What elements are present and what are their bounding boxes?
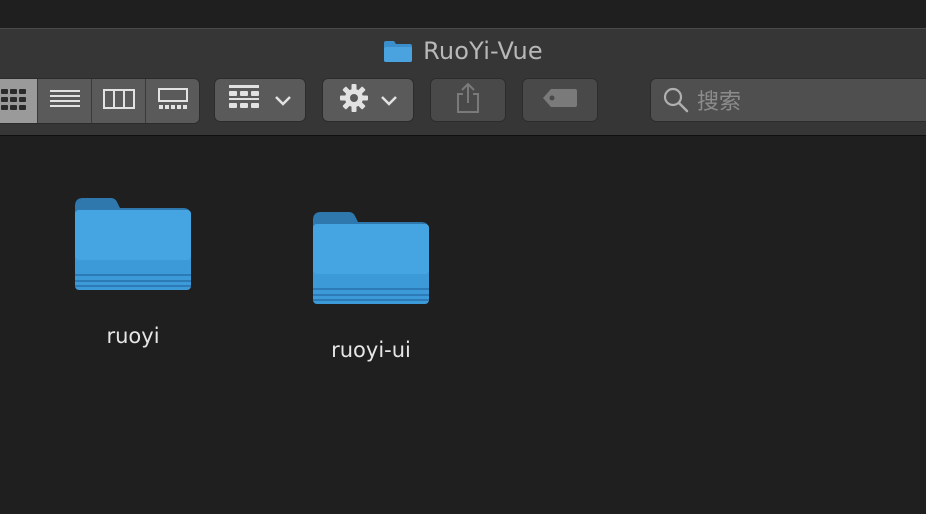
window-top-edge	[0, 0, 926, 28]
folder-label: ruoyi-ui	[331, 338, 411, 362]
window-title: RuoYi-Vue	[423, 37, 543, 65]
list-icon	[49, 89, 80, 113]
folder-item-ruoyi-ui[interactable]: ruoyi-ui	[296, 210, 446, 362]
group-grid-icon	[229, 85, 261, 115]
icon-view-button[interactable]	[0, 79, 37, 123]
folder-icon	[383, 39, 413, 63]
finder-window: RuoYi-Vue 搜索 ruoyi ruoyi-ui	[0, 0, 926, 514]
gear-icon	[339, 83, 369, 117]
tag-icon	[542, 88, 578, 112]
search-placeholder: 搜索	[697, 90, 742, 115]
share-button[interactable]	[430, 78, 506, 122]
share-icon	[455, 82, 481, 118]
chevron-down-icon	[381, 91, 397, 110]
folder-icon	[311, 210, 431, 310]
list-view-button[interactable]	[37, 79, 91, 123]
column-view-button[interactable]	[91, 79, 145, 123]
action-button[interactable]	[322, 78, 414, 122]
folder-icon	[73, 196, 193, 296]
gallery-icon	[157, 88, 188, 114]
view-mode-control	[0, 78, 200, 124]
folder-label: ruoyi	[106, 324, 160, 348]
toolbar: RuoYi-Vue 搜索	[0, 28, 926, 136]
grid-icon	[1, 88, 27, 114]
window-title-bar: RuoYi-Vue	[0, 37, 926, 65]
tag-button[interactable]	[522, 78, 598, 122]
gallery-view-button[interactable]	[145, 79, 199, 123]
folder-item-ruoyi[interactable]: ruoyi	[58, 196, 208, 348]
columns-icon	[102, 89, 135, 113]
search-field[interactable]: 搜索	[650, 78, 926, 122]
magnifier-icon	[663, 87, 689, 113]
group-by-button[interactable]	[214, 78, 306, 122]
chevron-down-icon	[275, 91, 291, 110]
